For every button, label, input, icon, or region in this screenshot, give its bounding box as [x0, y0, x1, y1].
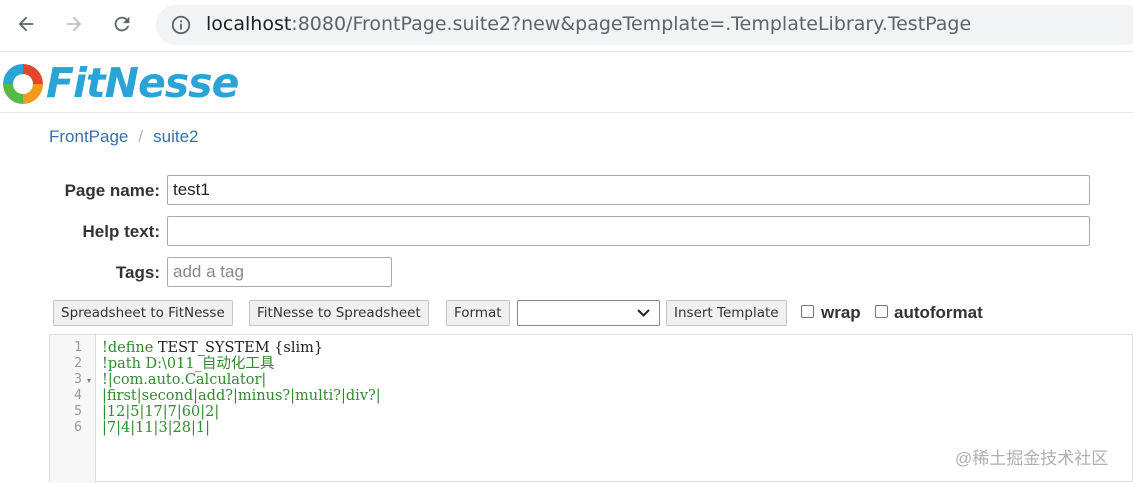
forward-button[interactable]: [60, 10, 88, 38]
reload-button[interactable]: [108, 10, 136, 38]
line-number: 6: [74, 420, 82, 435]
line-number: 4: [74, 388, 82, 403]
code-text: |first|second|add?|minus?|multi?|div?|: [102, 388, 381, 404]
help-text-label: Help text:: [82, 222, 160, 241]
arrow-right-icon: [66, 16, 82, 32]
wrap-checkbox[interactable]: [801, 305, 814, 318]
line-number: 5: [74, 404, 82, 419]
insert-template-button[interactable]: Insert Template: [666, 300, 787, 326]
url-host: localhost: [206, 13, 292, 35]
browser-toolbar: localhost:8080/FrontPage.suite2?new&page…: [0, 0, 1133, 52]
code-line[interactable]: |7|4|11|3|28|1|: [102, 420, 210, 436]
breadcrumb: FrontPage / suite2: [49, 127, 199, 147]
code-text: !path D:\011_自动化工具: [102, 356, 275, 372]
tags-label: Tags:: [115, 263, 160, 282]
fitnesse-logo-text[interactable]: FitNesse: [46, 59, 239, 107]
fold-arrow-icon[interactable]: ▾: [87, 376, 91, 385]
page-name-input[interactable]: [167, 175, 1090, 205]
autoformat-label[interactable]: autoformat: [894, 303, 983, 323]
format-button[interactable]: Format: [446, 300, 510, 326]
wrap-label[interactable]: wrap: [821, 303, 861, 323]
code-line[interactable]: !|com.auto.Calculator|: [102, 372, 266, 388]
page-name-label: Page name:: [64, 181, 160, 200]
chevron-down-icon: [637, 309, 650, 317]
line-number: 1: [74, 340, 82, 355]
spreadsheet-to-fitnesse-button[interactable]: Spreadsheet to FitNesse: [53, 300, 233, 326]
watermark: @稀土掘金技术社区: [955, 449, 1109, 468]
template-select[interactable]: [517, 300, 660, 326]
address-bar[interactable]: localhost:8080/FrontPage.suite2?new&page…: [156, 5, 1133, 45]
breadcrumb-suite2-link[interactable]: suite2: [153, 127, 198, 146]
code-text: !|com.auto.Calculator|: [102, 372, 267, 388]
fitnesse-to-spreadsheet-button[interactable]: FitNesse to Spreadsheet: [249, 300, 429, 326]
breadcrumb-separator: /: [138, 127, 144, 146]
line-number-gutter: 1 2 3 ▾ 4 5 6: [50, 335, 96, 483]
code-text: |7|4|11|3|28|1|: [102, 420, 210, 436]
url-path: :8080/FrontPage.suite2?new&pageTemplate=…: [291, 13, 972, 35]
arrow-left-icon: [18, 16, 34, 32]
app-header: FitNesse: [0, 53, 1133, 113]
line-number: 2: [74, 356, 82, 371]
code-line[interactable]: |first|second|add?|minus?|multi?|div?|: [102, 388, 381, 404]
code-text: |12|5|17|7|60|2|: [102, 404, 220, 420]
help-text-input[interactable]: [167, 216, 1090, 246]
autoformat-checkbox[interactable]: [875, 305, 888, 318]
tags-input[interactable]: [167, 257, 392, 287]
url-text[interactable]: localhost:8080/FrontPage.suite2?new&page…: [206, 13, 971, 35]
info-icon[interactable]: [170, 14, 192, 36]
back-button[interactable]: [12, 10, 40, 38]
code-line[interactable]: |12|5|17|7|60|2|: [102, 404, 219, 420]
code-line[interactable]: !path D:\011_自动化工具: [102, 356, 274, 372]
reload-icon: [114, 16, 130, 32]
line-number: 3: [74, 372, 82, 387]
code-keyword: !define: [102, 340, 158, 356]
fitnesse-logo-icon[interactable]: [0, 61, 46, 107]
code-text: TEST_SYSTEM {slim}: [157, 340, 324, 356]
breadcrumb-frontpage-link[interactable]: FrontPage: [49, 127, 128, 146]
code-line[interactable]: !define TEST_SYSTEM {slim}: [102, 340, 323, 356]
